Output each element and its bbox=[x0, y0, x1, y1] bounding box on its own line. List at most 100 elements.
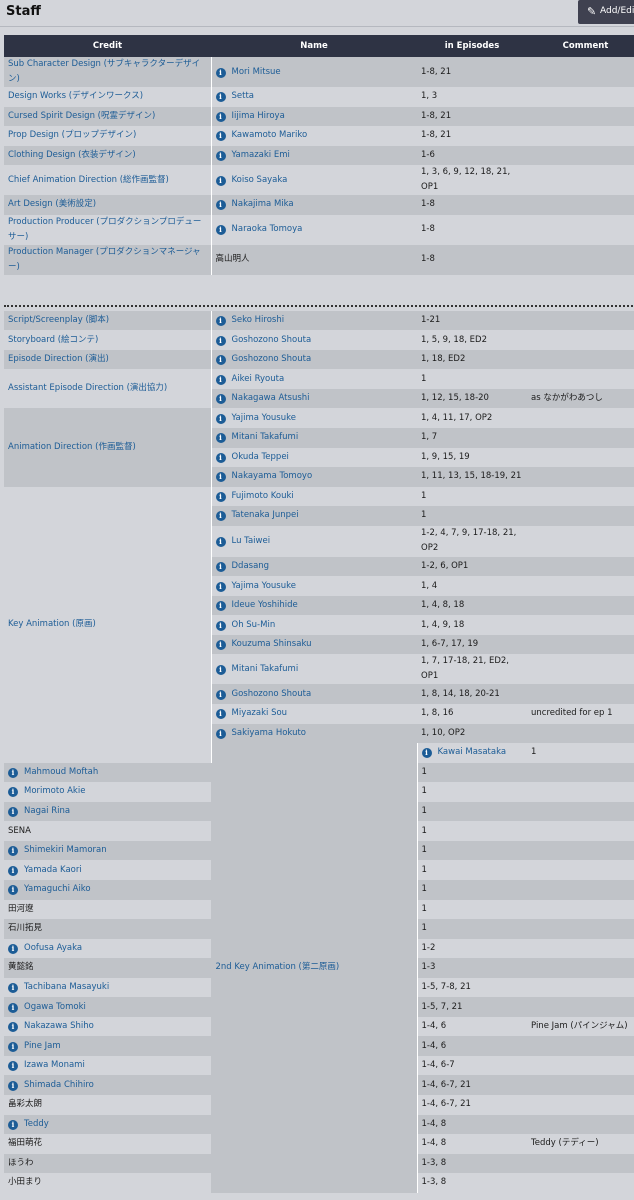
staff-name[interactable]: Shimada Chihiro bbox=[24, 1080, 94, 1090]
credit-cell[interactable]: Cursed Spirit Design (呪霊デザイン) bbox=[4, 106, 212, 127]
info-icon[interactable]: i bbox=[215, 452, 226, 463]
info-icon[interactable]: i bbox=[215, 111, 226, 122]
info-icon[interactable]: i bbox=[215, 175, 226, 186]
staff-name[interactable]: Izawa Monami bbox=[24, 1060, 85, 1070]
staff-name[interactable]: Shimekiri Mamoran bbox=[24, 845, 107, 855]
info-icon[interactable]: i bbox=[215, 640, 226, 651]
staff-name[interactable]: Seko Hiroshi bbox=[232, 315, 285, 325]
credit-link[interactable]: 2nd Key Animation (第二原画) bbox=[216, 962, 340, 972]
staff-name[interactable]: Nakazawa Shiho bbox=[24, 1021, 94, 1031]
credit-cell[interactable]: Assistant Episode Direction (演出協力) bbox=[4, 369, 212, 409]
info-icon[interactable]: i bbox=[215, 433, 226, 444]
staff-name[interactable]: Yamazaki Emi bbox=[232, 150, 290, 160]
credit-link[interactable]: Prop Design (プロップデザイン) bbox=[8, 130, 136, 140]
info-icon[interactable]: i bbox=[215, 536, 226, 547]
staff-name[interactable]: Morimoto Akie bbox=[24, 786, 85, 796]
credit-link[interactable]: Production Producer (プロダクションプロデューサー) bbox=[8, 217, 201, 242]
staff-name[interactable]: Naraoka Tomoya bbox=[232, 224, 303, 234]
staff-name[interactable]: Nakajima Mika bbox=[232, 199, 294, 209]
info-icon[interactable]: i bbox=[8, 865, 18, 876]
staff-name[interactable]: Iijima Hiroya bbox=[232, 111, 285, 121]
staff-name[interactable]: Nakagawa Atsushi bbox=[232, 393, 310, 403]
staff-name[interactable]: Koiso Sayaka bbox=[232, 175, 288, 185]
staff-name[interactable]: Teddy bbox=[24, 1119, 49, 1129]
info-icon[interactable]: i bbox=[215, 620, 226, 631]
credit-link[interactable]: Clothing Design (衣装デザイン) bbox=[8, 150, 136, 160]
staff-name[interactable]: Okuda Teppei bbox=[232, 452, 289, 462]
credit-cell[interactable]: Animation Direction (作画監督) bbox=[4, 408, 212, 487]
staff-name[interactable]: Fujimoto Kouki bbox=[232, 491, 294, 501]
credit-link[interactable]: Production Manager (プロダクションマネージャー) bbox=[8, 247, 201, 272]
staff-name[interactable]: Oofusa Ayaka bbox=[24, 943, 82, 953]
info-icon[interactable]: i bbox=[215, 131, 226, 142]
info-icon[interactable]: i bbox=[8, 982, 18, 993]
credit-cell[interactable]: Script/Screenplay (脚本) bbox=[4, 310, 212, 331]
info-icon[interactable]: i bbox=[215, 394, 226, 405]
staff-name[interactable]: Lu Taiwei bbox=[232, 536, 271, 546]
info-icon[interactable]: i bbox=[8, 1061, 18, 1072]
credit-link[interactable]: Chief Animation Direction (総作画監督) bbox=[8, 175, 169, 185]
info-icon[interactable]: i bbox=[215, 355, 226, 366]
staff-name[interactable]: Tachibana Masayuki bbox=[24, 982, 109, 992]
staff-name[interactable]: Kawamoto Mariko bbox=[232, 130, 308, 140]
credit-cell[interactable]: Art Design (美術設定) bbox=[4, 195, 212, 215]
credit-cell[interactable]: Chief Animation Direction (総作画監督) bbox=[4, 165, 212, 196]
info-icon[interactable]: i bbox=[215, 413, 226, 424]
info-icon[interactable]: i bbox=[215, 200, 226, 211]
info-icon[interactable]: i bbox=[215, 601, 226, 612]
staff-name[interactable]: Yamaguchi Aiko bbox=[24, 884, 91, 894]
info-icon[interactable]: i bbox=[421, 748, 432, 759]
info-icon[interactable]: i bbox=[8, 1002, 18, 1013]
info-icon[interactable]: i bbox=[8, 885, 18, 896]
info-icon[interactable]: i bbox=[215, 335, 226, 346]
staff-name[interactable]: Yajima Yousuke bbox=[232, 413, 296, 423]
staff-name[interactable]: Mitani Takafumi bbox=[232, 664, 299, 674]
staff-name[interactable]: Ideue Yoshihide bbox=[232, 600, 298, 610]
staff-name[interactable]: Kawai Masataka bbox=[438, 747, 507, 757]
staff-name[interactable]: Goshozono Shouta bbox=[232, 354, 312, 364]
info-icon[interactable]: i bbox=[215, 472, 226, 483]
info-icon[interactable]: i bbox=[215, 67, 226, 78]
info-icon[interactable]: i bbox=[215, 316, 226, 326]
staff-name[interactable]: Oh Su-Min bbox=[232, 620, 276, 630]
staff-name[interactable]: Nagai Rina bbox=[24, 806, 70, 816]
staff-name[interactable]: Yamada Kaori bbox=[24, 865, 82, 875]
staff-name[interactable]: Mori Mitsue bbox=[232, 67, 281, 77]
credit-link[interactable]: Episode Direction (演出) bbox=[8, 354, 109, 364]
info-icon[interactable]: i bbox=[8, 767, 18, 778]
info-icon[interactable]: i bbox=[8, 943, 18, 954]
staff-name[interactable]: Nakayama Tomoyo bbox=[232, 471, 313, 481]
info-icon[interactable]: i bbox=[215, 709, 226, 720]
info-icon[interactable]: i bbox=[215, 150, 226, 161]
credit-cell[interactable]: Prop Design (プロップデザイン) bbox=[4, 126, 212, 146]
info-icon[interactable]: i bbox=[8, 807, 18, 818]
info-icon[interactable]: i bbox=[8, 1119, 18, 1130]
info-icon[interactable]: i bbox=[8, 1080, 18, 1091]
credit-cell[interactable]: Sub Character Design (サブキャラクターデザイン) bbox=[4, 57, 212, 87]
staff-name[interactable]: Goshozono Shouta bbox=[232, 335, 312, 345]
credit-link[interactable]: Assistant Episode Direction (演出協力) bbox=[8, 383, 167, 393]
credit-cell[interactable]: 2nd Key Animation (第二原画) bbox=[211, 743, 418, 1193]
info-icon[interactable]: i bbox=[215, 374, 226, 385]
info-icon[interactable]: i bbox=[8, 1041, 18, 1052]
credit-cell[interactable]: Design Works (デザインワークス) bbox=[4, 87, 212, 107]
column-header-credit[interactable]: Credit bbox=[4, 35, 211, 57]
credit-cell[interactable]: Production Producer (プロダクションプロデューサー) bbox=[4, 214, 212, 245]
credit-link[interactable]: Art Design (美術設定) bbox=[8, 199, 96, 209]
info-icon[interactable]: i bbox=[215, 511, 226, 522]
info-icon[interactable]: i bbox=[8, 1022, 18, 1033]
info-icon[interactable]: i bbox=[215, 581, 226, 592]
credit-link[interactable]: Script/Screenplay (脚本) bbox=[8, 315, 109, 325]
staff-name[interactable]: Aikei Ryouta bbox=[232, 374, 285, 384]
staff-name[interactable]: Tatenaka Junpei bbox=[232, 510, 299, 520]
info-icon[interactable]: i bbox=[8, 787, 18, 798]
credit-link[interactable]: Storyboard (絵コンテ) bbox=[8, 335, 98, 345]
credit-cell[interactable]: Storyboard (絵コンテ) bbox=[4, 330, 212, 350]
staff-name[interactable]: Ogawa Tomoki bbox=[24, 1002, 86, 1012]
staff-name[interactable]: Kouzuma Shinsaku bbox=[232, 639, 312, 649]
credit-cell[interactable]: Clothing Design (衣装デザイン) bbox=[4, 145, 212, 166]
credit-cell[interactable]: Production Manager (プロダクションマネージャー) bbox=[4, 244, 212, 275]
credit-link[interactable]: Sub Character Design (サブキャラクターデザイン) bbox=[8, 59, 200, 84]
column-header-name[interactable]: Name bbox=[211, 35, 417, 57]
info-icon[interactable]: i bbox=[215, 562, 226, 573]
